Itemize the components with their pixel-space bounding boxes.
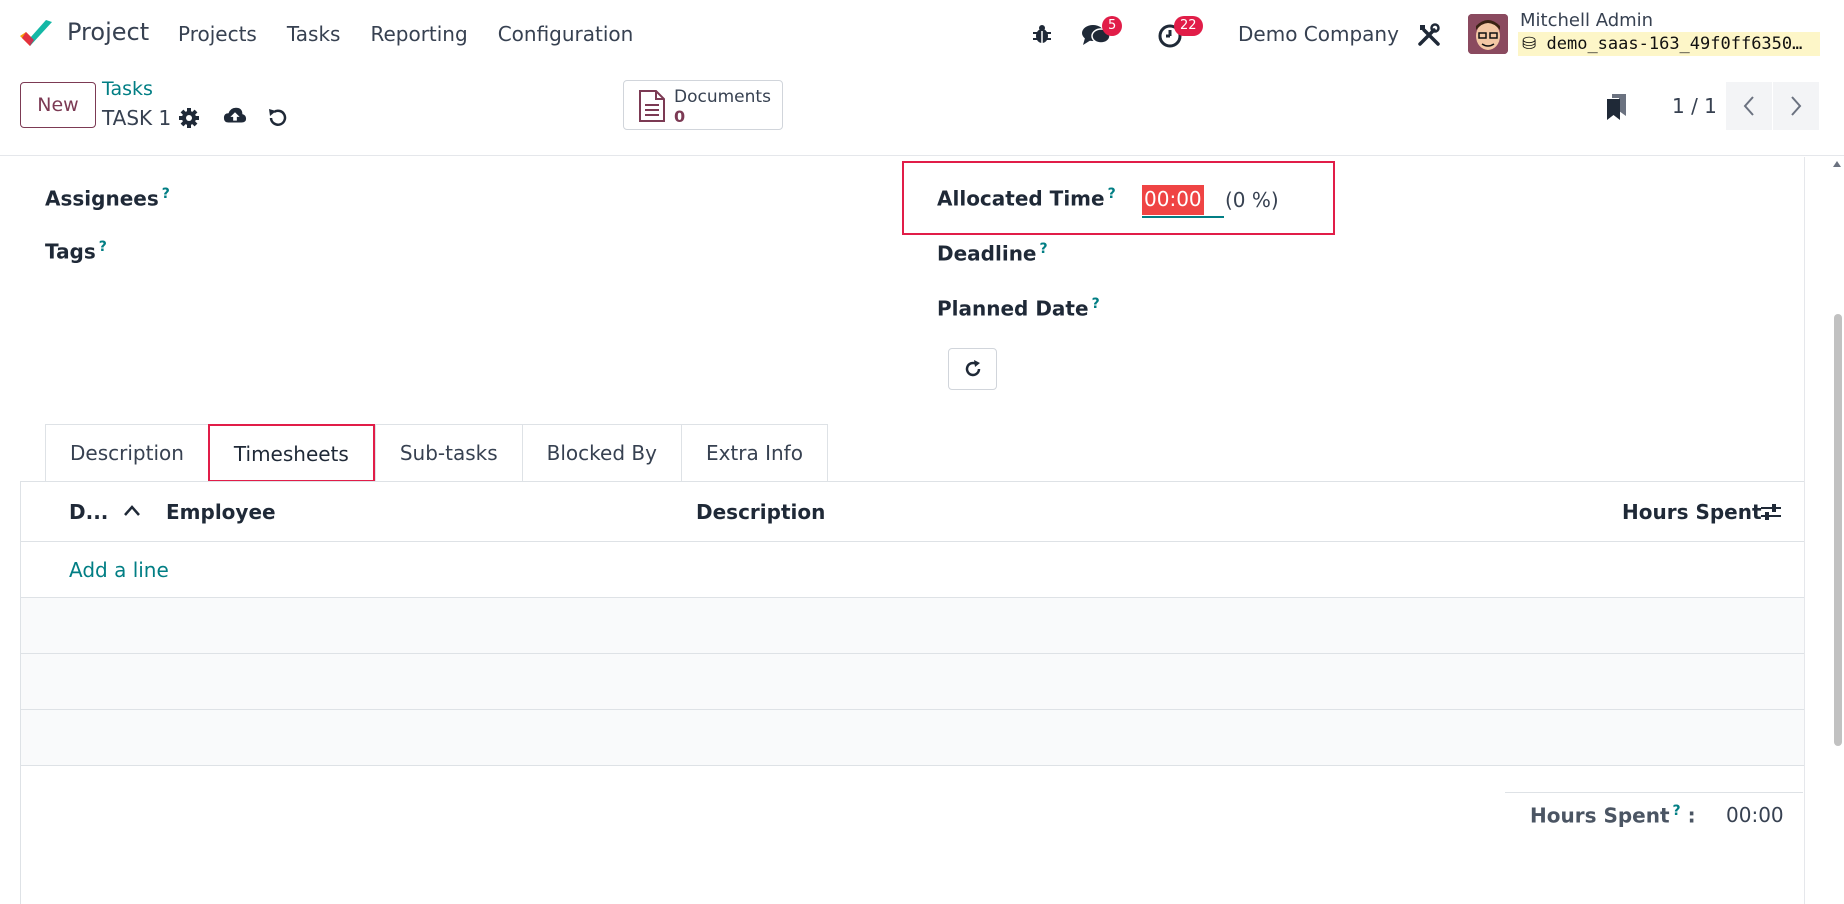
database-name-text: demo_saas-163_49f0ff6350… xyxy=(1546,34,1803,54)
tools-icon[interactable] xyxy=(1417,23,1441,47)
column-description[interactable]: Description xyxy=(696,500,825,524)
tags-label: Tags? xyxy=(45,239,107,264)
help-tooltip-icon[interactable]: ? xyxy=(162,186,170,202)
allocated-time-input-underline xyxy=(1142,216,1224,218)
documents-count: 0 xyxy=(674,107,686,126)
total-hours-spent-label: Hours Spent? : xyxy=(1530,803,1696,828)
menu-configuration[interactable]: Configuration xyxy=(498,22,634,46)
debug-bug-icon[interactable] xyxy=(1031,23,1053,45)
pager-next-button[interactable] xyxy=(1773,82,1819,130)
user-name[interactable]: Mitchell Admin xyxy=(1520,10,1653,31)
menu-tasks[interactable]: Tasks xyxy=(287,22,341,46)
deadline-label: Deadline? xyxy=(937,241,1048,266)
add-line-row: Add a line xyxy=(20,542,1804,598)
breadcrumb-current: TASK 1 xyxy=(102,106,172,130)
control-panel: New Tasks TASK 1 Documents 0 1 / 1 xyxy=(0,68,1844,156)
bookmark-icon[interactable] xyxy=(1604,92,1630,122)
column-hours-spent[interactable]: Hours Spent xyxy=(1622,500,1762,524)
database-icon: ⛁ xyxy=(1522,34,1537,54)
menu-reporting[interactable]: Reporting xyxy=(370,22,467,46)
assignees-label: Assignees? xyxy=(45,186,170,211)
refresh-icon xyxy=(965,360,980,377)
tags-label-text: Tags xyxy=(45,239,96,264)
table-row xyxy=(20,654,1804,710)
column-employee[interactable]: Employee xyxy=(166,500,276,524)
total-colon: : xyxy=(1687,803,1696,828)
pager-previous-button[interactable] xyxy=(1726,82,1772,130)
total-hours-spent-label-text: Hours Spent xyxy=(1530,803,1670,828)
table-header: D... Employee Description Hours Spent xyxy=(20,482,1804,542)
company-switcher[interactable]: Demo Company xyxy=(1238,22,1399,46)
document-icon xyxy=(639,90,665,122)
gear-icon[interactable] xyxy=(177,106,201,130)
tab-blocked-by[interactable]: Blocked By xyxy=(521,424,681,482)
allocated-time-label: Allocated Time? xyxy=(937,186,1116,211)
scroll-up-arrow-icon[interactable] xyxy=(1832,160,1842,168)
tab-extra-info[interactable]: Extra Info xyxy=(680,424,828,482)
new-button[interactable]: New xyxy=(20,82,96,128)
add-a-line-link[interactable]: Add a line xyxy=(69,558,169,582)
column-date[interactable]: D... xyxy=(69,500,108,524)
help-tooltip-icon[interactable]: ? xyxy=(1673,803,1681,819)
user-avatar[interactable] xyxy=(1468,14,1508,54)
database-name: ⛁ demo_saas-163_49f0ff6350… xyxy=(1518,32,1820,56)
timesheet-table: D... Employee Description Hours Spent Ad… xyxy=(20,482,1804,766)
chevron-left-icon xyxy=(1743,96,1754,116)
allocated-time-input[interactable]: 00:00 xyxy=(1142,185,1204,215)
help-tooltip-icon[interactable]: ? xyxy=(99,239,107,255)
tab-description[interactable]: Description xyxy=(45,424,208,482)
table-row xyxy=(20,710,1804,766)
breadcrumb-tasks[interactable]: Tasks xyxy=(102,78,153,100)
app-name[interactable]: Project xyxy=(67,18,149,46)
cloud-upload-icon[interactable] xyxy=(223,104,247,128)
allocated-time-percentage: (0 %) xyxy=(1225,188,1279,212)
help-tooltip-icon[interactable]: ? xyxy=(1092,296,1100,312)
planned-date-label-text: Planned Date xyxy=(937,296,1089,321)
total-divider xyxy=(1505,792,1803,793)
discard-undo-icon[interactable] xyxy=(266,106,290,130)
tab-timesheets[interactable]: Timesheets xyxy=(207,424,375,482)
assignees-label-text: Assignees xyxy=(45,186,159,211)
allocated-time-label-text: Allocated Time xyxy=(937,186,1105,211)
activities-badge: 22 xyxy=(1174,16,1203,36)
sort-ascending-chevron-icon[interactable] xyxy=(123,504,141,518)
messages-badge: 5 xyxy=(1102,16,1123,36)
planned-date-refresh-button[interactable] xyxy=(948,348,997,390)
main-menu: Projects Tasks Reporting Configuration xyxy=(178,22,663,46)
notebook-tabs: Description Timesheets Sub-tasks Blocked… xyxy=(45,424,828,482)
documents-smart-button[interactable]: Documents 0 xyxy=(623,80,783,130)
documents-label: Documents xyxy=(674,87,771,107)
table-row xyxy=(20,598,1804,654)
table-left-border xyxy=(20,482,21,904)
chevron-right-icon xyxy=(1791,96,1802,116)
help-tooltip-icon[interactable]: ? xyxy=(1040,241,1048,257)
deadline-label-text: Deadline xyxy=(937,241,1037,266)
menu-projects[interactable]: Projects xyxy=(178,22,257,46)
scrollbar-thumb[interactable] xyxy=(1834,314,1842,746)
project-app-logo[interactable] xyxy=(18,18,54,50)
tab-sub-tasks[interactable]: Sub-tasks xyxy=(374,424,522,482)
sheet-right-border xyxy=(1804,157,1805,904)
total-hours-spent-value: 00:00 xyxy=(1726,803,1784,827)
top-navbar: Project Projects Tasks Reporting Configu… xyxy=(0,0,1844,68)
optional-columns-sliders-icon[interactable] xyxy=(1760,502,1782,522)
pager-value[interactable]: 1 / 1 xyxy=(1672,94,1717,118)
planned-date-label: Planned Date? xyxy=(937,296,1100,321)
help-tooltip-icon[interactable]: ? xyxy=(1108,186,1116,202)
